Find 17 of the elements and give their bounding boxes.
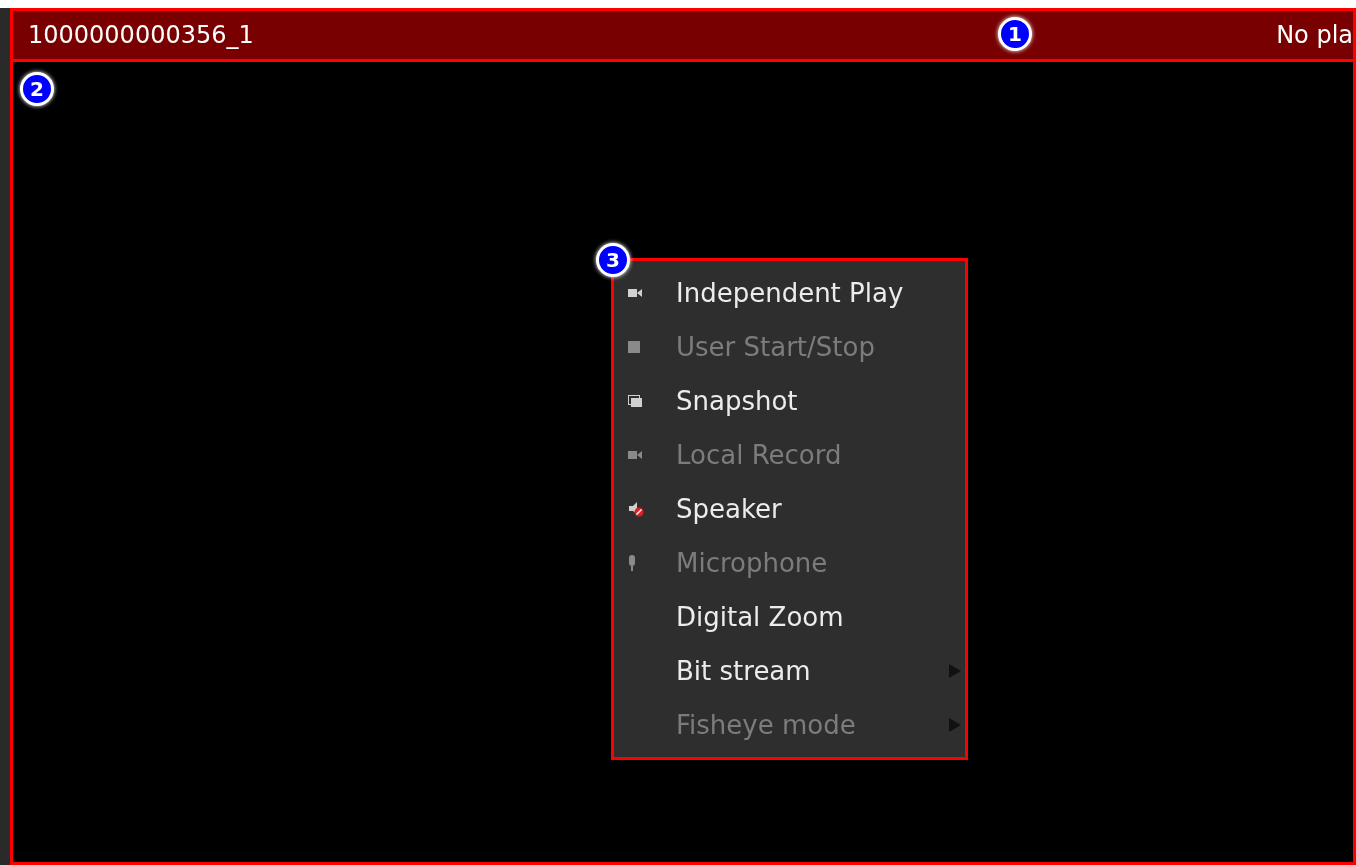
callout-badge: 3	[596, 243, 630, 277]
submenu-arrow-icon	[949, 718, 961, 732]
play-status: No pla	[1276, 20, 1353, 51]
menu-item[interactable]: Snapshot	[614, 374, 965, 428]
menu-item[interactable]: Bit stream	[614, 644, 965, 698]
muted-speaker-icon	[628, 501, 644, 517]
stop-icon	[628, 341, 640, 353]
menu-item[interactable]: Digital Zoom	[614, 590, 965, 644]
picture-icon	[628, 395, 642, 407]
camera-name: 1000000000356_1	[28, 20, 254, 51]
submenu-arrow-icon	[949, 664, 961, 678]
callout-badge: 2	[20, 72, 54, 106]
callout-badge: 1	[998, 17, 1032, 51]
microphone-icon	[628, 555, 636, 571]
menu-item[interactable]: Speaker	[614, 482, 965, 536]
camera-icon	[628, 450, 642, 460]
camera-icon	[628, 288, 642, 298]
